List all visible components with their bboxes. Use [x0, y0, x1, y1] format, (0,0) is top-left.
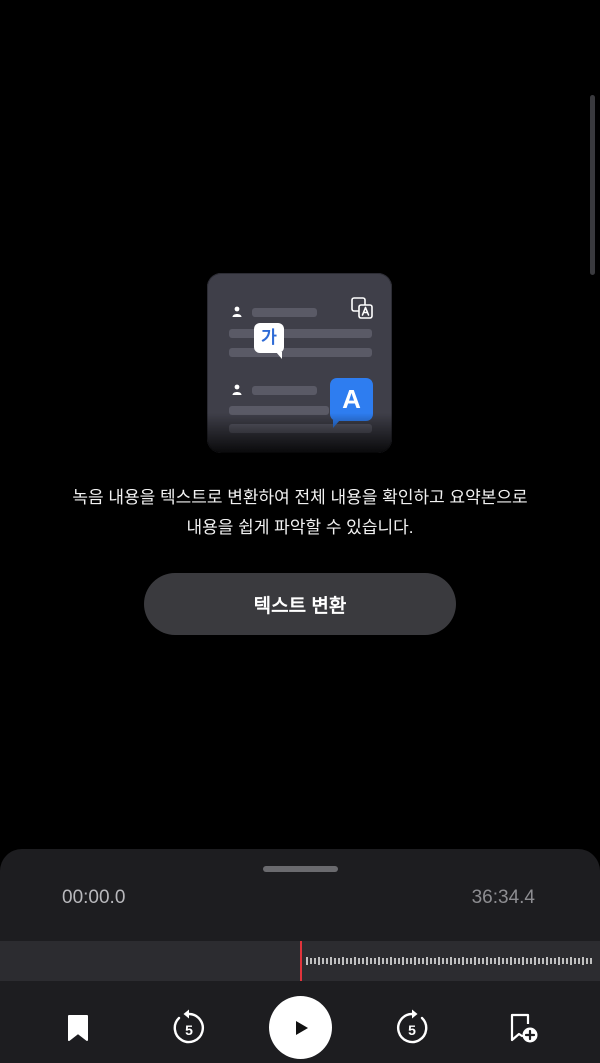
description-line-2: 내용을 쉽게 파악할 수 있습니다. [186, 518, 414, 537]
audio-wave-left [96, 345, 196, 415]
convert-to-text-button[interactable]: 텍스트 변환 [144, 573, 456, 635]
rewind-seconds: 5 [185, 1022, 193, 1038]
korean-badge: 가 [254, 323, 284, 359]
playback-controls: 5 5 [0, 996, 600, 1059]
waveform-scrubber[interactable] [0, 941, 600, 981]
rewind-5-button[interactable]: 5 [159, 997, 219, 1059]
rewind-5-icon: 5 [173, 1009, 204, 1044]
audio-wave-right [399, 345, 499, 415]
bookmark-button[interactable] [48, 997, 108, 1059]
total-time: 36:34.4 [471, 887, 535, 908]
add-bookmark-button[interactable] [494, 997, 554, 1059]
add-bookmark-icon [510, 1013, 538, 1043]
sheet-drag-handle[interactable] [263, 866, 338, 872]
document-card: 가 A [207, 273, 392, 453]
playhead[interactable] [300, 941, 302, 981]
bookmark-icon [68, 1015, 88, 1041]
current-time: 00:00.0 [62, 887, 126, 908]
play-button[interactable] [269, 996, 332, 1059]
speaker-icon [232, 306, 242, 317]
description-text: 녹음 내용을 텍스트로 변환하여 전체 내용을 확인하고 요약본으로 내용을 쉽… [0, 483, 600, 543]
forward-5-button[interactable]: 5 [382, 997, 442, 1059]
scrollbar[interactable] [590, 95, 595, 275]
forward-5-icon: 5 [397, 1009, 428, 1044]
forward-seconds: 5 [408, 1022, 416, 1038]
text-conversion-illustration: 가 A [90, 270, 510, 460]
player-sheet: 00:00.0 36:34.4 5 5 [0, 849, 600, 1063]
description-line-1: 녹음 내용을 텍스트로 변환하여 전체 내용을 확인하고 요약본으로 [72, 488, 528, 507]
speaker-icon [232, 384, 242, 395]
translate-icon [351, 297, 373, 319]
play-icon [295, 1020, 308, 1035]
waveform-ticks [306, 957, 592, 965]
